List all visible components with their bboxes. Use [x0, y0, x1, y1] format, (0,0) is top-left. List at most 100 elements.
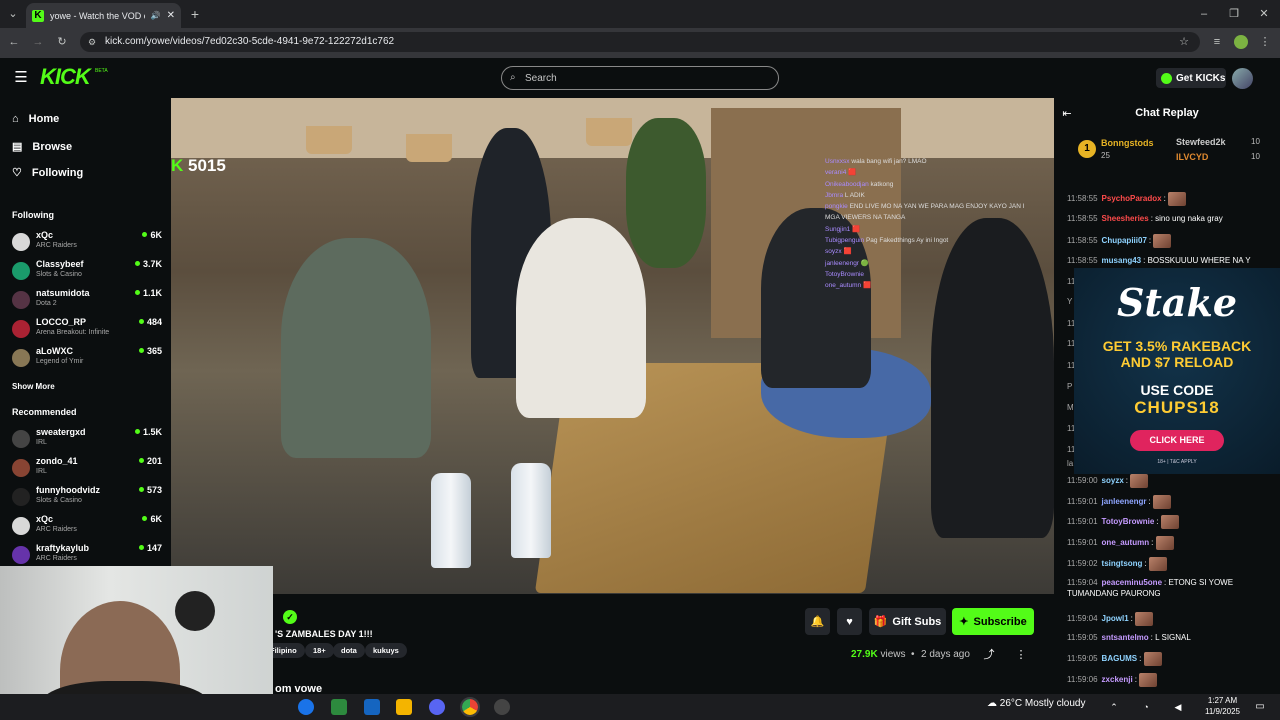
channel-name: funnyhoodvidz: [36, 485, 100, 495]
channel-row[interactable]: Classybeef Slots & Casino 3.7K: [12, 259, 162, 285]
channel-avatar: [12, 430, 30, 448]
maximize-icon[interactable]: ❐: [1226, 6, 1242, 22]
leader-1-name[interactable]: Bonngstods: [1101, 138, 1154, 148]
subscribe-button[interactable]: ✦ Subscribe: [952, 608, 1034, 635]
overlay-chat-user: verani4: [825, 169, 847, 177]
weather-widget[interactable]: ☁ 26°C Mostly cloudy: [987, 698, 1085, 709]
notification-bell-button[interactable]: 🔔: [805, 608, 830, 635]
ad-click-here-button[interactable]: CLICK HERE: [1130, 430, 1224, 451]
nav-following[interactable]: ♡ Following: [12, 166, 84, 180]
show-more-link[interactable]: Show More: [12, 382, 55, 391]
chat-username[interactable]: janleenengr: [1102, 497, 1147, 506]
weather-temp: 26°C: [999, 698, 1023, 709]
wifi-icon[interactable]: ◔: [1140, 699, 1152, 715]
site-info-icon[interactable]: ⚙: [86, 34, 98, 50]
channel-category: Dota 2: [36, 300, 57, 307]
clock[interactable]: 1:27 AM 11/9/2025: [1205, 695, 1240, 717]
chat-username[interactable]: soyzx: [1102, 476, 1124, 485]
get-kicks-label: Get KICKs: [1176, 72, 1226, 84]
chat-username[interactable]: one_autumn: [1102, 538, 1150, 547]
stake-ad-banner[interactable]: Stake GET 3.5% RAKEBACK AND $7 RELOAD US…: [1074, 268, 1280, 474]
obs-icon[interactable]: [494, 699, 510, 715]
channel-row[interactable]: sweatergxd IRL 1.5K: [12, 427, 162, 453]
channel-row[interactable]: funnyhoodvidz Slots & Casino 573: [12, 485, 162, 511]
weather-text: Mostly cloudy: [1024, 698, 1086, 709]
channel-row[interactable]: aLoWXC Legend of Ymir 365: [12, 346, 162, 372]
chat-username[interactable]: peaceminu5one: [1102, 578, 1162, 587]
new-tab-icon[interactable]: +: [188, 6, 202, 22]
forward-icon[interactable]: →: [30, 34, 46, 50]
speaker-icon[interactable]: 🔊: [151, 11, 161, 20]
kick-logo[interactable]: KICK: [40, 64, 91, 90]
nav-browse[interactable]: ▤ Browse: [12, 140, 72, 154]
tag-18plus[interactable]: 18+: [305, 643, 334, 658]
more-options-icon[interactable]: ⋮: [1014, 647, 1028, 663]
gift-subs-button[interactable]: 🎁 Gift Subs: [869, 608, 946, 635]
close-tab-icon[interactable]: ✕: [167, 10, 175, 21]
media-controls-icon[interactable]: ≡: [1209, 34, 1225, 50]
mail-icon[interactable]: [364, 699, 380, 715]
tag-kukuys[interactable]: kukuys: [365, 643, 407, 658]
get-kicks-button[interactable]: Get KICKs: [1156, 68, 1226, 88]
channel-row[interactable]: xQc ARC Raiders 6K: [12, 230, 162, 256]
overlay-chat-user: Tubigpenguin: [825, 237, 865, 245]
profile-icon[interactable]: [1234, 35, 1248, 49]
chat-username[interactable]: Sheesheries: [1102, 214, 1149, 223]
share-icon[interactable]: ⤴: [982, 647, 996, 663]
chat-text: :: [1134, 675, 1137, 685]
bookmark-star-icon[interactable]: ☆: [1176, 34, 1192, 50]
browser-menu-icon[interactable]: ⋮: [1258, 34, 1272, 50]
chat-username[interactable]: tsingtsong: [1102, 559, 1143, 568]
store-icon[interactable]: [331, 699, 347, 715]
chat-text: :: [1163, 194, 1166, 204]
close-window-icon[interactable]: ✕: [1256, 6, 1272, 22]
minimize-icon[interactable]: –: [1196, 6, 1212, 22]
back-icon[interactable]: ←: [6, 34, 22, 50]
discord-icon[interactable]: [429, 699, 445, 715]
chat-username[interactable]: Chupapiii07: [1102, 236, 1147, 245]
chrome-icon[interactable]: [460, 697, 480, 717]
channel-avatar: [12, 546, 30, 564]
chat-username[interactable]: PsychoParadox: [1102, 194, 1162, 203]
tray-chevron-icon[interactable]: ⌃: [1108, 699, 1120, 715]
notifications-icon[interactable]: ▭: [1253, 699, 1267, 715]
overlay-chat-line: MGA VIEWERS NA TANGA: [825, 212, 1055, 223]
leader-2-name[interactable]: Stewfeed2k: [1176, 137, 1226, 147]
following-section-title: Following: [12, 210, 54, 220]
nav-home[interactable]: ⌂ Home: [12, 113, 59, 125]
emote-icon: [1148, 557, 1167, 571]
chat-username[interactable]: musang43: [1102, 256, 1142, 265]
user-avatar[interactable]: [1232, 68, 1253, 89]
chat-message: 11:58:55 PsychoParadox:: [1067, 192, 1272, 206]
chat-message: 11:59:01 TotoyBrownie:: [1067, 515, 1272, 529]
ad-terms: 18+ | T&C APPLY: [1157, 459, 1197, 465]
channel-row[interactable]: LOCCO_RP Arena Breakout: Infinite 484: [12, 317, 162, 343]
file-explorer-icon[interactable]: [396, 699, 412, 715]
edge-icon[interactable]: [298, 699, 314, 715]
channel-name: kraftykaylub: [36, 543, 90, 553]
leader-3-name[interactable]: ILVCYD: [1176, 152, 1208, 162]
browser-tab[interactable]: K yowe - Watch the VOD on Kick 🔊 ✕: [26, 3, 181, 28]
chat-username[interactable]: Jpowl1: [1102, 614, 1129, 623]
chat-username[interactable]: zxckenji: [1102, 675, 1133, 684]
url-field[interactable]: kick.com/yowe/videos/7ed02c30-5cde-4941-…: [80, 32, 1200, 52]
clock-date: 11/9/2025: [1205, 707, 1240, 716]
chat-username[interactable]: BAGUMS: [1102, 654, 1138, 663]
volume-icon[interactable]: ◀: [1172, 699, 1184, 715]
nav-following-label: Following: [31, 166, 84, 179]
search-input[interactable]: ⌕ Search: [501, 66, 779, 90]
chat-username[interactable]: TotoyBrownie: [1102, 517, 1155, 526]
chat-timestamp: 11:59:04: [1067, 614, 1098, 624]
viewer-count: 201: [139, 456, 162, 466]
reload-icon[interactable]: ↻: [54, 34, 70, 50]
tab-list-icon[interactable]: ⌄: [5, 6, 21, 22]
channel-row[interactable]: xQc ARC Raiders 6K: [12, 514, 162, 540]
bell-icon: 🔔: [810, 616, 825, 628]
tag-dota[interactable]: dota: [333, 643, 365, 658]
hamburger-menu-icon[interactable]: ☰: [12, 70, 30, 86]
follow-heart-button[interactable]: ♥: [837, 608, 862, 635]
channel-row[interactable]: natsumidota Dota 2 1.1K: [12, 288, 162, 314]
channel-row[interactable]: zondo_41 IRL 201: [12, 456, 162, 482]
chat-username[interactable]: sntsantelmo: [1102, 633, 1149, 642]
leader-3-count: 10: [1251, 152, 1260, 161]
